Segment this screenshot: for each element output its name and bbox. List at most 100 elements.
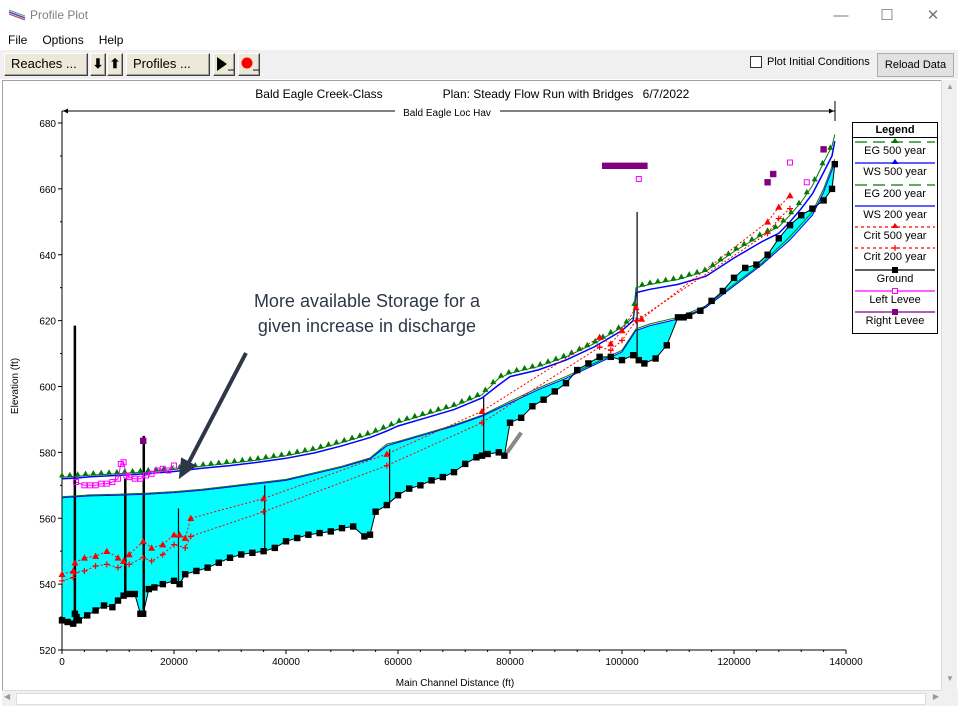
y-tick-label: 540 <box>39 580 56 591</box>
eg-500-marker <box>309 445 316 451</box>
eg-500-marker <box>239 456 246 463</box>
legend-label: EG 500 year <box>864 145 926 157</box>
eg-500-marker <box>325 441 332 447</box>
right-levee-marker <box>820 146 827 153</box>
eg-500-marker <box>302 446 309 453</box>
ground-marker <box>641 360 648 367</box>
reach-arrow-right-icon <box>829 108 834 114</box>
eg-500-marker <box>662 276 669 283</box>
eg-500-marker <box>388 420 395 427</box>
eg-500-marker <box>552 355 559 361</box>
ground-marker <box>120 592 127 599</box>
eg-500-marker <box>223 458 230 465</box>
chart-title-date: 6/7/2022 <box>643 87 690 101</box>
legend-label: WS 500 year <box>863 166 927 179</box>
eg-500-marker <box>513 366 520 373</box>
ground-marker <box>394 491 402 499</box>
ground-marker <box>484 450 491 458</box>
left-levee-marker <box>635 175 642 182</box>
ground-marker <box>730 274 738 282</box>
scroll-right-icon[interactable]: ▶ <box>933 692 939 701</box>
ground-marker <box>607 353 614 361</box>
eg-500-marker <box>725 250 732 256</box>
eg-500-marker <box>106 469 113 475</box>
ground-marker <box>551 388 558 395</box>
ground-marker <box>742 264 749 272</box>
eg-500-marker <box>137 467 144 473</box>
vertical-scrollbar[interactable]: ▲ ▼ <box>941 80 957 690</box>
x-tick-label: 100000 <box>605 657 639 668</box>
right-levee-marker <box>635 162 642 170</box>
ground-marker <box>786 221 794 229</box>
eg-500-marker <box>255 454 261 461</box>
y-tick-label: 640 <box>39 251 56 262</box>
legend-item: Right Levee <box>853 308 937 329</box>
ground-marker <box>506 419 514 426</box>
right-levee-marker <box>613 162 620 170</box>
ground-marker <box>820 197 827 204</box>
x-tick-label: 0 <box>59 657 65 668</box>
y-tick-label: 620 <box>39 317 56 328</box>
ground-marker <box>294 534 301 542</box>
eg-500-marker <box>498 372 505 378</box>
legend-item: WS 500 year <box>853 159 937 180</box>
ground-marker <box>64 618 71 626</box>
ground-marker <box>417 482 424 489</box>
ground-marker <box>238 551 245 558</box>
ground-marker <box>478 452 486 459</box>
eg-500-marker <box>192 461 199 468</box>
eg-500-marker <box>207 460 214 466</box>
ground-marker <box>708 297 715 305</box>
right-levee-marker <box>641 162 648 170</box>
ineffective-area-segment <box>505 431 523 454</box>
legend-item: Crit 200 year <box>853 244 937 265</box>
eg-500-marker <box>458 398 465 404</box>
horizontal-scrollbar[interactable]: ◀ ▶ <box>2 690 941 706</box>
eg-500-marker <box>176 463 183 470</box>
left-levee-marker <box>803 179 810 186</box>
scroll-up-icon[interactable]: ▲ <box>944 82 956 96</box>
eg-500-marker <box>317 443 324 449</box>
eg-500-marker <box>451 401 457 407</box>
y-tick-label: 580 <box>39 448 56 459</box>
chart-title-plan: Plan: Steady Flow Run with Bridges <box>443 87 634 101</box>
horizontal-scroll-thumb[interactable] <box>16 693 926 705</box>
eg-500-marker <box>341 436 348 443</box>
eg-500-marker <box>231 457 238 464</box>
eg-500-marker <box>396 417 403 423</box>
ground-marker <box>260 547 267 555</box>
right-levee-marker <box>140 437 147 445</box>
eg-500-marker <box>545 358 552 364</box>
y-tick-label: 560 <box>39 514 56 525</box>
ground-marker <box>271 544 278 552</box>
ground-marker <box>518 414 525 421</box>
eg-500-marker <box>443 403 450 409</box>
ground-marker <box>501 452 508 459</box>
eg-500-marker <box>153 466 160 472</box>
y-tick-label: 680 <box>39 119 56 130</box>
eg-500-marker <box>294 448 301 454</box>
eg-500-marker <box>403 415 410 421</box>
crit-500-marker <box>764 218 772 225</box>
ground-marker <box>828 185 836 193</box>
ground-marker <box>159 580 166 588</box>
eg-500-marker <box>537 360 544 367</box>
scroll-left-icon[interactable]: ◀ <box>4 692 10 701</box>
ground-marker <box>151 584 158 591</box>
chart-title-project: Bald Eagle Creek-Class <box>255 87 382 101</box>
ground-marker <box>114 597 122 604</box>
left-levee-marker <box>787 159 793 166</box>
eg-500-marker <box>372 427 379 433</box>
reach-label: Bald Eagle Loc Hav <box>403 108 491 119</box>
ground-marker <box>92 607 99 614</box>
eg-500-marker <box>356 432 363 438</box>
ground-marker <box>618 356 626 364</box>
ground-marker <box>697 307 704 314</box>
right-levee-marker <box>618 162 626 170</box>
x-tick-label: 80000 <box>496 657 524 668</box>
ground-marker <box>100 602 108 609</box>
ground-marker <box>176 580 183 588</box>
eg-500-marker <box>364 429 371 436</box>
scroll-down-icon[interactable]: ▼ <box>944 674 956 688</box>
eg-500-marker <box>270 452 277 458</box>
